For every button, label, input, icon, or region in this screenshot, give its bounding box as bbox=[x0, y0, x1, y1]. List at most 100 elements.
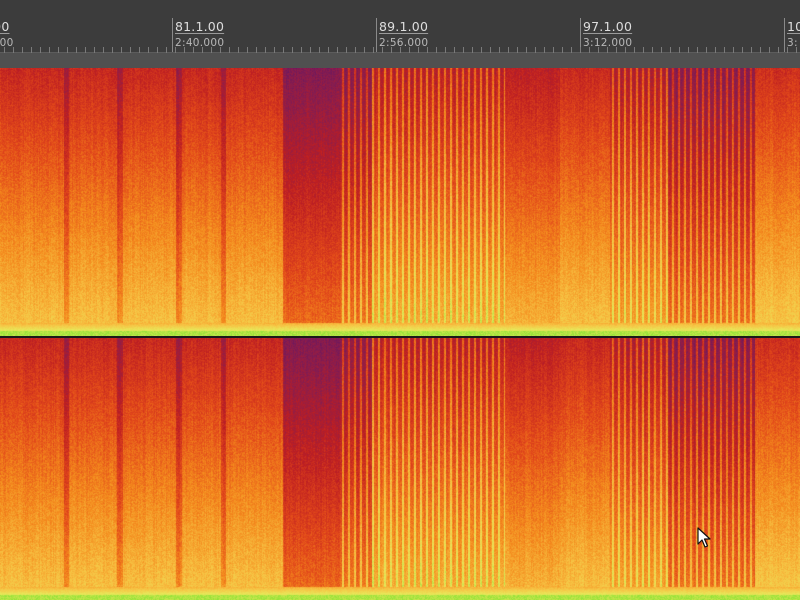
ruler-tick bbox=[652, 47, 653, 53]
ruler-tick bbox=[724, 47, 725, 53]
ruler-tick bbox=[571, 47, 572, 53]
ruler-tick bbox=[247, 47, 248, 53]
ruler-tick bbox=[787, 47, 788, 53]
ruler-tick bbox=[436, 47, 437, 53]
marker-line bbox=[376, 18, 377, 52]
ruler-tick bbox=[319, 47, 320, 53]
ruler-tick bbox=[634, 47, 635, 53]
ruler-tick bbox=[751, 47, 752, 53]
ruler-tick bbox=[670, 47, 671, 53]
ruler-tick bbox=[49, 47, 50, 53]
ruler-marker[interactable]: 89.1.00 2:56.000 bbox=[376, 18, 466, 68]
spectrogram-canvas[interactable] bbox=[0, 68, 800, 336]
ruler-tick bbox=[58, 47, 59, 53]
bar-position-label: 97.1.00 bbox=[583, 19, 633, 34]
ruler-tick bbox=[715, 47, 716, 53]
ruler-tick bbox=[211, 47, 212, 53]
ruler-tick bbox=[742, 47, 743, 53]
spectrogram-channel-left[interactable] bbox=[0, 68, 800, 336]
ruler-tick bbox=[274, 47, 275, 53]
ruler-tick bbox=[526, 47, 527, 53]
ruler-marker[interactable]: 10 3: bbox=[784, 18, 800, 68]
bar-position-label: 89.1.00 bbox=[379, 19, 429, 34]
ruler-tick bbox=[283, 47, 284, 53]
ruler-tick bbox=[166, 47, 167, 53]
ruler-tick bbox=[301, 47, 302, 53]
ruler-tick bbox=[112, 47, 113, 53]
ruler-tick bbox=[553, 47, 554, 53]
ruler-tick bbox=[67, 47, 68, 53]
ruler-tick bbox=[508, 47, 509, 53]
time-position-label: 2:40.000 bbox=[175, 37, 225, 49]
ruler-tick bbox=[481, 47, 482, 53]
ruler-tick bbox=[373, 47, 374, 53]
ruler-tick bbox=[139, 47, 140, 53]
ruler-tick bbox=[517, 47, 518, 53]
ruler-tick bbox=[400, 47, 401, 53]
ruler-tick bbox=[562, 47, 563, 53]
ruler-tick bbox=[103, 47, 104, 53]
ruler-tick bbox=[760, 47, 761, 53]
ruler-tick bbox=[229, 47, 230, 53]
ruler-marker[interactable]: 81.1.00 2:40.000 bbox=[172, 18, 262, 68]
time-position-label: 2:56.000 bbox=[379, 37, 429, 49]
ruler-tick bbox=[94, 47, 95, 53]
ruler-tick bbox=[697, 47, 698, 53]
ruler-tick bbox=[580, 47, 581, 53]
time-position-label: .000 bbox=[0, 37, 14, 49]
ruler-tick bbox=[544, 47, 545, 53]
ruler-tick bbox=[409, 47, 410, 53]
ruler-tick bbox=[85, 47, 86, 53]
ruler-tick bbox=[40, 47, 41, 53]
ruler-tick bbox=[499, 47, 500, 53]
ruler-tick bbox=[31, 47, 32, 53]
bar-position-label: 10 bbox=[787, 19, 800, 34]
ruler-tick bbox=[643, 47, 644, 53]
ruler-tick bbox=[679, 47, 680, 53]
ruler-tick bbox=[310, 47, 311, 53]
spectrogram-editor: .00 .000 81.1.00 2:40.000 89.1.00 2:56.0… bbox=[0, 0, 800, 600]
spectrogram-channel-right[interactable] bbox=[0, 338, 800, 600]
ruler-tick bbox=[238, 47, 239, 53]
ruler-tick bbox=[616, 47, 617, 53]
ruler-tick bbox=[778, 47, 779, 53]
spectrogram-canvas[interactable] bbox=[0, 338, 800, 600]
ruler-tick bbox=[355, 47, 356, 53]
bar-position-label: 81.1.00 bbox=[175, 19, 225, 34]
marker-line bbox=[172, 18, 173, 52]
ruler-tick bbox=[607, 47, 608, 53]
ruler-tick bbox=[337, 47, 338, 53]
ruler-tick bbox=[346, 47, 347, 53]
ruler-tick bbox=[796, 47, 797, 53]
timeline-ruler[interactable]: .00 .000 81.1.00 2:40.000 89.1.00 2:56.0… bbox=[0, 0, 800, 68]
ruler-tick bbox=[490, 47, 491, 53]
ruler-tick bbox=[418, 47, 419, 53]
ruler-tick bbox=[292, 47, 293, 53]
ruler-tick bbox=[598, 47, 599, 53]
marker-line bbox=[784, 18, 785, 52]
ruler-tick bbox=[184, 47, 185, 53]
ruler-tick bbox=[76, 47, 77, 53]
ruler-tick bbox=[121, 47, 122, 53]
ruler-tick bbox=[589, 47, 590, 53]
bar-position-label: .00 bbox=[0, 19, 10, 34]
ruler-tick bbox=[256, 47, 257, 53]
ruler-tick bbox=[193, 47, 194, 53]
ruler-tick bbox=[202, 47, 203, 53]
ruler-tick bbox=[328, 47, 329, 53]
ruler-tick bbox=[706, 47, 707, 53]
ruler-tick bbox=[22, 47, 23, 53]
ruler-tick bbox=[220, 47, 221, 53]
ruler-tick bbox=[661, 47, 662, 53]
ruler-tick bbox=[445, 47, 446, 53]
ruler-tick bbox=[463, 47, 464, 53]
ruler-tick bbox=[265, 47, 266, 53]
ruler-marker[interactable]: .00 .000 bbox=[0, 18, 76, 68]
ruler-tick bbox=[148, 47, 149, 53]
ruler-marker[interactable]: 97.1.00 3:12.000 bbox=[580, 18, 670, 68]
ruler-tick bbox=[427, 47, 428, 53]
ruler-tick bbox=[535, 47, 536, 53]
ruler-tick bbox=[733, 47, 734, 53]
ruler-tick bbox=[13, 47, 14, 53]
ruler-tick bbox=[391, 47, 392, 53]
